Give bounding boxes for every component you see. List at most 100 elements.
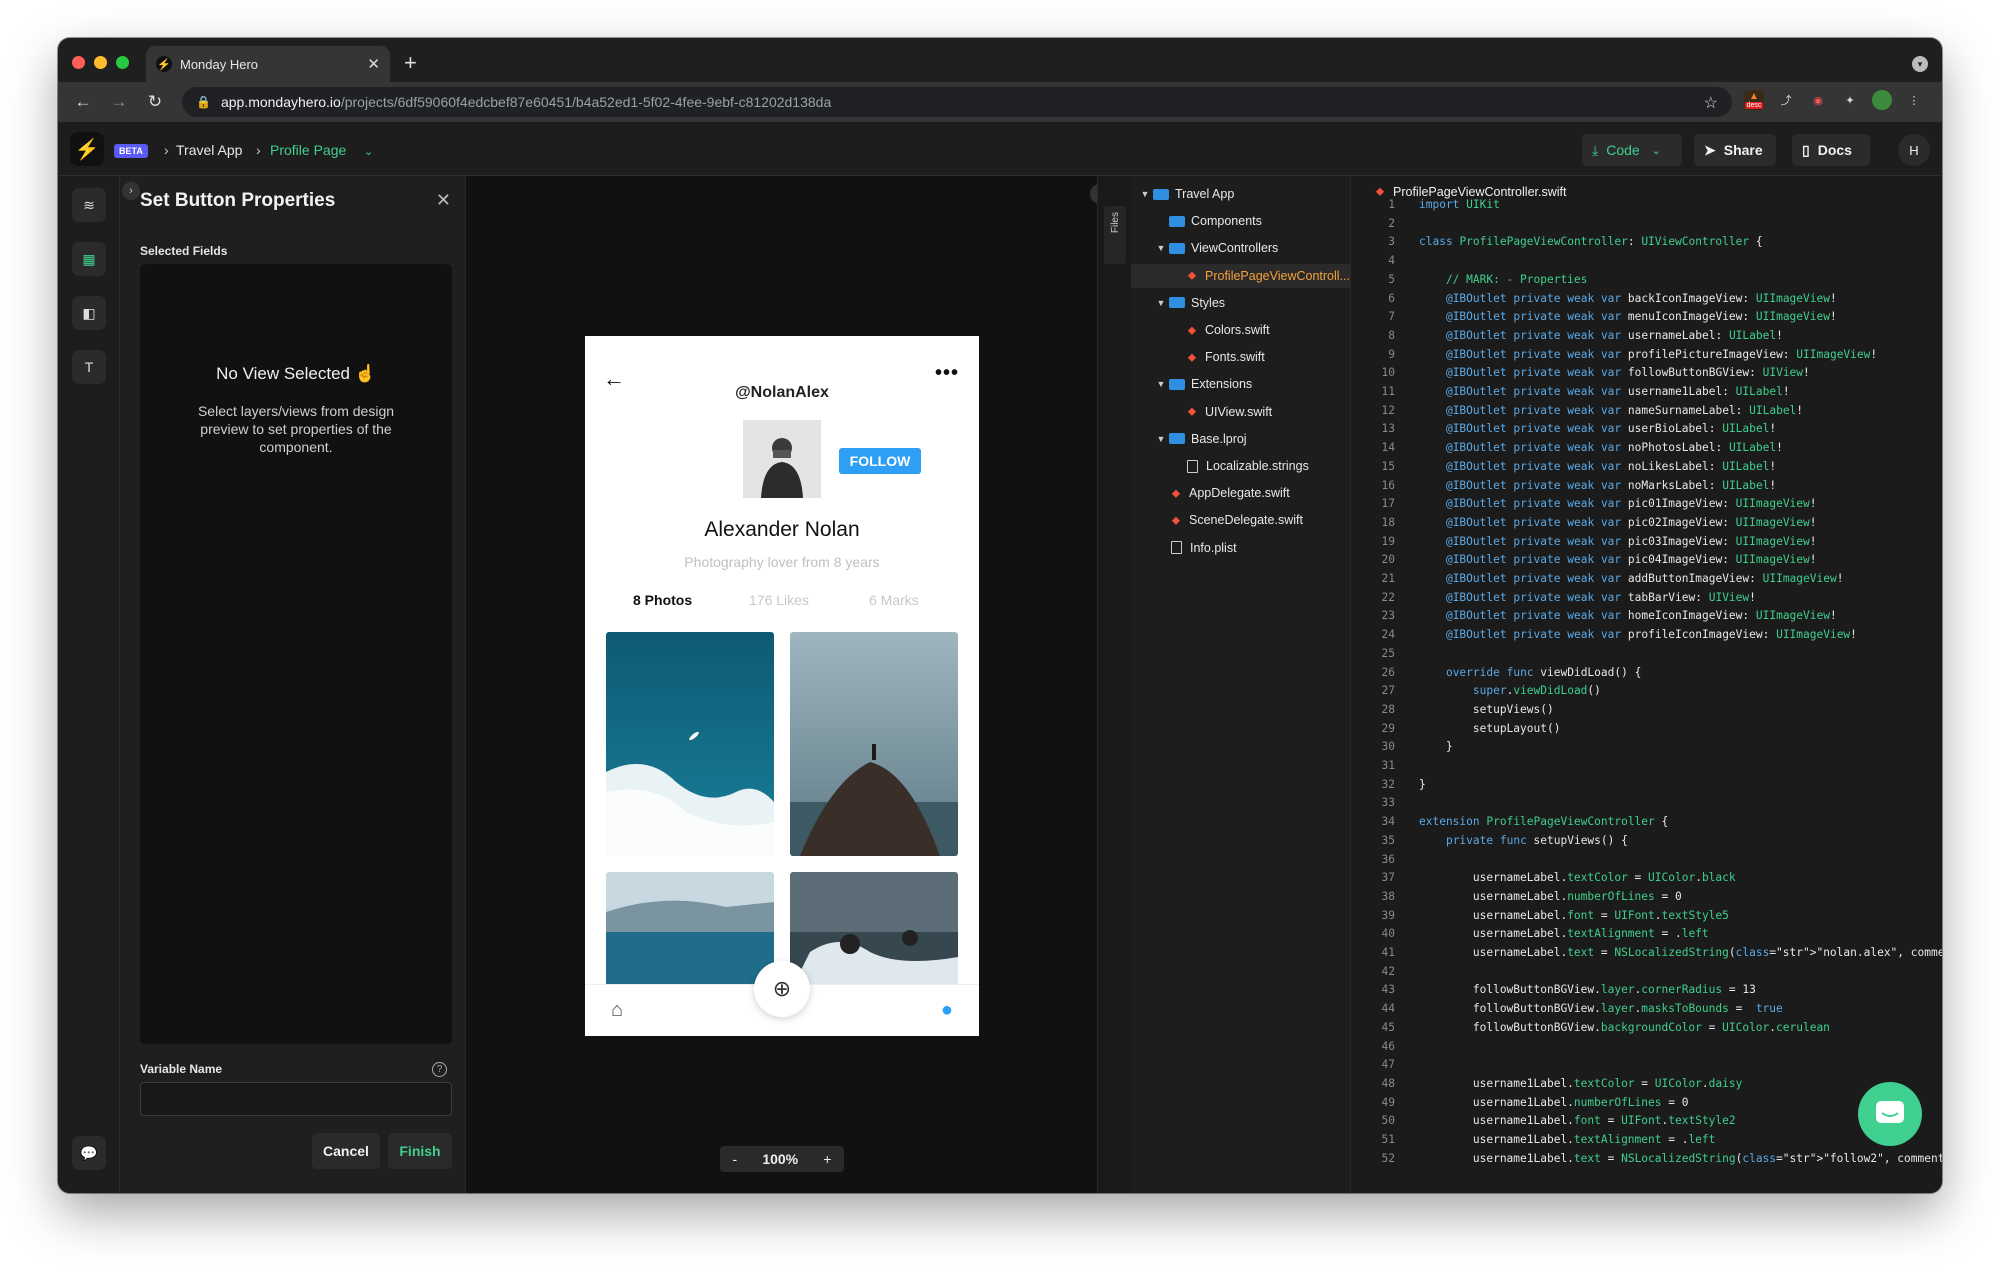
docs-button[interactable]: ▯ Docs bbox=[1792, 134, 1870, 166]
code-line[interactable]: usernameLabel.numberOfLines = 0 bbox=[1419, 890, 1682, 903]
code-line[interactable]: extension ProfilePageViewController { bbox=[1419, 815, 1668, 828]
phone-preview[interactable]: ← @NolanAlex ••• FOLLOW Alexander Nolan … bbox=[585, 336, 979, 1036]
code-line[interactable]: super.viewDidLoad() bbox=[1419, 684, 1601, 697]
code-line[interactable]: @IBOutlet private weak var userBioLabel:… bbox=[1419, 422, 1776, 435]
share-button[interactable]: ➤ Share bbox=[1694, 134, 1776, 166]
code-line[interactable]: username1Label.font = UIFont.textStyle2 bbox=[1419, 1114, 1736, 1127]
preview-bio[interactable]: Photography lover from 8 years bbox=[585, 554, 979, 570]
tree-item[interactable]: Localizable.strings bbox=[1131, 454, 1350, 478]
code-line[interactable]: override func viewDidLoad() { bbox=[1419, 666, 1641, 679]
desc-extension-icon[interactable]: ▲ desc bbox=[1744, 90, 1764, 110]
code-line[interactable]: setupViews() bbox=[1419, 703, 1554, 716]
code-line[interactable]: class ProfilePageViewController: UIViewC… bbox=[1419, 235, 1763, 248]
code-button[interactable]: ⤓ Code ⌄ bbox=[1582, 134, 1682, 166]
code-line[interactable]: @IBOutlet private weak var pic01ImageVie… bbox=[1419, 497, 1817, 510]
code-line[interactable]: username1Label.textColor = UIColor.daisy bbox=[1419, 1077, 1742, 1090]
code-line[interactable]: username1Label.numberOfLines = 0 bbox=[1419, 1096, 1689, 1109]
intercom-chat-button[interactable] bbox=[1858, 1082, 1922, 1146]
tree-item[interactable]: ▼ Styles bbox=[1131, 291, 1350, 315]
help-icon[interactable]: ? bbox=[432, 1062, 447, 1077]
code-line[interactable]: followButtonBGView.layer.masksToBounds =… bbox=[1419, 1002, 1783, 1015]
photo-3[interactable] bbox=[606, 872, 774, 992]
tree-item[interactable]: ⬥ ProfilePageViewControll... bbox=[1131, 263, 1350, 288]
code-line[interactable]: @IBOutlet private weak var noPhotosLabel… bbox=[1419, 441, 1783, 454]
more-menu-icon[interactable]: ••• bbox=[935, 362, 959, 385]
code-line[interactable]: @IBOutlet private weak var noMarksLabel:… bbox=[1419, 479, 1776, 492]
code-line[interactable]: import UIKit bbox=[1419, 198, 1500, 211]
stat-likes[interactable]: 176 Likes bbox=[749, 592, 809, 608]
url-field[interactable]: 🔒 app.mondayhero.io/projects/6df59060f4e… bbox=[182, 87, 1732, 117]
tree-item[interactable]: ⬥ SceneDelegate.swift bbox=[1131, 508, 1350, 532]
code-line[interactable]: } bbox=[1419, 740, 1453, 753]
files-tab[interactable]: Files bbox=[1104, 206, 1126, 264]
app-logo-icon[interactable]: ⚡ bbox=[70, 132, 104, 166]
code-line[interactable]: username1Label.text = NSLocalizedString(… bbox=[1419, 1152, 1942, 1165]
code-line[interactable]: usernameLabel.text = NSLocalizedString(c… bbox=[1419, 946, 1942, 959]
breadcrumb-project[interactable]: Travel App bbox=[176, 142, 242, 158]
variable-name-input[interactable] bbox=[140, 1082, 452, 1116]
code-line[interactable]: @IBOutlet private weak var nameSurnameLa… bbox=[1419, 404, 1803, 417]
code-line[interactable]: @IBOutlet private weak var homeIconImage… bbox=[1419, 609, 1837, 622]
editor-file-tab[interactable]: ⬥ ProfilePageViewController.swift bbox=[1371, 184, 1567, 199]
tree-item[interactable]: ⬥ Colors.swift bbox=[1131, 318, 1350, 342]
components-grid-icon[interactable]: ▦ bbox=[72, 242, 106, 276]
cancel-button[interactable]: Cancel bbox=[312, 1133, 380, 1169]
add-photo-icon[interactable]: ⊕ bbox=[754, 961, 810, 1017]
zoom-in-button[interactable]: + bbox=[823, 1151, 831, 1167]
puzzle-icon[interactable]: ✦ bbox=[1840, 90, 1860, 110]
close-window-button[interactable] bbox=[72, 56, 85, 69]
chat-feedback-icon[interactable]: 💬 bbox=[72, 1136, 106, 1170]
preview-username[interactable]: @NolanAlex bbox=[585, 384, 979, 402]
profile-picture[interactable] bbox=[743, 420, 821, 498]
tree-item[interactable]: ▼ Travel App bbox=[1131, 182, 1350, 206]
code-line[interactable]: @IBOutlet private weak var addButtonImag… bbox=[1419, 572, 1844, 585]
photo-4[interactable] bbox=[790, 872, 958, 992]
tree-item[interactable]: ⬥ Fonts.swift bbox=[1131, 345, 1350, 369]
follow-button[interactable]: FOLLOW bbox=[839, 448, 921, 474]
code-line[interactable]: @IBOutlet private weak var pic02ImageVie… bbox=[1419, 516, 1817, 529]
profile-avatar[interactable] bbox=[1872, 90, 1892, 110]
maximize-window-button[interactable] bbox=[116, 56, 129, 69]
collapse-panel-icon[interactable]: › bbox=[122, 182, 140, 200]
new-tab-button[interactable]: + bbox=[404, 50, 417, 76]
code-line[interactable]: usernameLabel.textColor = UIColor.black bbox=[1419, 871, 1736, 884]
record-extension-icon[interactable]: ◉ bbox=[1808, 90, 1828, 110]
browser-menu-icon[interactable]: ⋮ bbox=[1904, 90, 1924, 110]
photo-1[interactable] bbox=[606, 632, 774, 856]
preview-full-name[interactable]: Alexander Nolan bbox=[585, 518, 979, 542]
user-avatar[interactable]: H bbox=[1898, 134, 1930, 166]
close-tab-icon[interactable]: ✕ bbox=[367, 55, 380, 73]
tree-item[interactable]: Components bbox=[1131, 209, 1350, 233]
tree-item[interactable]: Info.plist bbox=[1131, 536, 1350, 560]
code-line[interactable]: @IBOutlet private weak var followButtonB… bbox=[1419, 366, 1810, 379]
minimize-window-button[interactable] bbox=[94, 56, 107, 69]
code-line[interactable]: followButtonBGView.layer.cornerRadius = … bbox=[1419, 983, 1756, 996]
finish-button[interactable]: Finish bbox=[388, 1133, 452, 1169]
breadcrumb-page[interactable]: Profile Page bbox=[270, 142, 346, 158]
stat-marks[interactable]: 6 Marks bbox=[869, 592, 919, 608]
tab-search-icon[interactable]: ▾ bbox=[1912, 56, 1928, 72]
photo-2[interactable] bbox=[790, 632, 958, 856]
home-icon[interactable]: ⌂ bbox=[611, 999, 623, 1022]
code-line[interactable]: followButtonBGView.backgroundColor = UIC… bbox=[1419, 1021, 1830, 1034]
forward-nav-icon[interactable]: → bbox=[108, 92, 130, 112]
code-line[interactable]: usernameLabel.textAlignment = .left bbox=[1419, 927, 1709, 940]
code-line[interactable]: setupLayout() bbox=[1419, 722, 1561, 735]
code-line[interactable]: username1Label.textAlignment = .left bbox=[1419, 1133, 1716, 1146]
tree-item[interactable]: ⬥ AppDelegate.swift bbox=[1131, 481, 1350, 505]
code-line[interactable]: @IBOutlet private weak var profileIconIm… bbox=[1419, 628, 1857, 641]
browser-tab[interactable]: ⚡ Monday Hero ✕ bbox=[146, 46, 390, 82]
code-line[interactable]: @IBOutlet private weak var menuIconImage… bbox=[1419, 310, 1837, 323]
code-line[interactable]: private func setupViews() { bbox=[1419, 834, 1628, 847]
code-line[interactable]: @IBOutlet private weak var username1Labe… bbox=[1419, 385, 1790, 398]
reload-icon[interactable]: ↻ bbox=[144, 92, 166, 112]
tree-item[interactable]: ▼ ViewControllers bbox=[1131, 236, 1350, 260]
code-line[interactable]: } bbox=[1419, 778, 1426, 791]
code-line[interactable]: @IBOutlet private weak var noLikesLabel:… bbox=[1419, 460, 1776, 473]
close-icon[interactable]: ✕ bbox=[436, 190, 451, 211]
chevron-down-icon[interactable]: ⌄ bbox=[364, 145, 373, 158]
code-line[interactable]: usernameLabel.font = UIFont.textStyle5 bbox=[1419, 909, 1729, 922]
layers-icon[interactable]: ≋ bbox=[72, 188, 106, 222]
profile-icon[interactable]: ● bbox=[941, 999, 953, 1022]
bookmark-star-icon[interactable]: ☆ bbox=[1704, 93, 1718, 113]
